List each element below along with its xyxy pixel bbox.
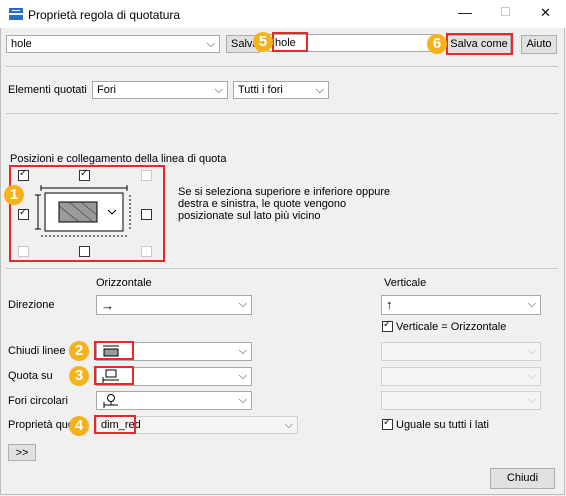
top-right-checkbox[interactable] (141, 170, 152, 181)
window-title: Proprietà regola di quotatura (28, 8, 181, 22)
help-button[interactable]: Aiuto (521, 35, 557, 54)
rule-select[interactable]: hole ⌵ (6, 35, 220, 53)
vertical-header: Verticale (384, 277, 427, 289)
right-arrow-icon: → (101, 298, 114, 313)
minimize-button[interactable]: — (458, 4, 472, 20)
chevron-down-icon: ⌵ (238, 345, 247, 357)
rule-select-value: hole (11, 38, 32, 50)
circular-hole-icon (103, 394, 118, 408)
callout-badge-2: 2 (69, 341, 89, 361)
horizontal-direction-select[interactable]: → ⌵ (96, 295, 252, 315)
vertical-close-lines-select[interactable]: ⌵ (381, 342, 541, 361)
right-checkbox[interactable] (141, 209, 152, 220)
callout-badge-4: 4 (69, 416, 89, 436)
top-left-checkbox[interactable] (18, 168, 29, 181)
bottom-left-checkbox[interactable] (18, 246, 29, 257)
chevron-down-icon: ⌵ (238, 298, 247, 310)
chevron-down-icon: ⌵ (284, 419, 293, 431)
chevron-down-icon: ⌵ (206, 38, 215, 50)
divider (6, 268, 558, 269)
element-filter-select[interactable]: Tutti i fori ⌵ (233, 81, 329, 99)
chevron-down-icon: ⌵ (527, 345, 536, 357)
left-checkbox[interactable] (18, 207, 29, 220)
direction-label: Direzione (8, 299, 55, 311)
divider (6, 113, 558, 114)
close-lines-label: Chiudi linee (8, 345, 66, 357)
callout-badge-6: 6 (427, 34, 447, 54)
callout-badge-3: 3 (69, 366, 89, 386)
close-window-button[interactable]: ✕ (540, 5, 551, 21)
chevron-down-icon: ⌵ (527, 394, 536, 406)
vertical-equals-horizontal-label: Verticale = Orizzontale (396, 321, 507, 333)
chevron-down-icon: ⌵ (214, 84, 223, 96)
vertical-direction-select[interactable]: ↑ ⌵ (381, 295, 541, 315)
horizontal-header: Orizzontale (96, 277, 152, 289)
same-all-sides-checkbox[interactable] (382, 417, 393, 430)
positions-description: Se si seleziona superiore e inferiore op… (178, 186, 391, 222)
chevron-down-icon: ⌵ (527, 298, 536, 310)
dimension-on-label: Quota su (8, 370, 53, 382)
bottom-checkbox[interactable] (79, 246, 90, 257)
maximize-button[interactable]: ☐ (500, 5, 511, 19)
callout-highlight-3 (94, 366, 134, 385)
dimension-position-diagram (35, 185, 131, 237)
element-type-value: Fori (97, 84, 116, 96)
elements-label: Elementi quotati (8, 84, 87, 96)
callout-highlight-6 (446, 33, 513, 55)
callout-highlight-2 (94, 341, 134, 360)
element-filter-value: Tutti i fori (238, 84, 283, 96)
chevron-down-icon: ⌵ (527, 370, 536, 382)
divider (6, 66, 558, 67)
close-button[interactable]: Chiudi (490, 468, 555, 489)
app-icon (9, 8, 23, 20)
vertical-equals-horizontal-checkbox[interactable] (382, 319, 393, 332)
callout-badge-5: 5 (253, 32, 273, 52)
bottom-right-checkbox[interactable] (141, 246, 152, 257)
same-all-sides-label: Uguale su tutti i lati (396, 419, 489, 431)
vertical-dimension-on-select[interactable]: ⌵ (381, 367, 541, 386)
expand-button[interactable]: >> (8, 444, 36, 461)
callout-highlight-4 (94, 415, 136, 434)
vertical-circular-holes-select[interactable]: ⌵ (381, 391, 541, 410)
callout-highlight-5 (272, 32, 308, 52)
chevron-down-icon: ⌵ (238, 370, 247, 382)
top-checkbox[interactable] (79, 168, 90, 181)
callout-badge-1: 1 (4, 185, 24, 205)
chevron-down-icon: ⌵ (315, 84, 324, 96)
circular-holes-label: Fori circolari (8, 395, 68, 407)
positions-label: Posizioni e collegamento della linea di … (10, 153, 227, 165)
circular-holes-select[interactable]: ⌵ (96, 391, 252, 410)
chevron-down-icon: ⌵ (238, 394, 247, 406)
element-type-select[interactable]: Fori ⌵ (92, 81, 228, 99)
up-arrow-icon: ↑ (386, 297, 393, 312)
